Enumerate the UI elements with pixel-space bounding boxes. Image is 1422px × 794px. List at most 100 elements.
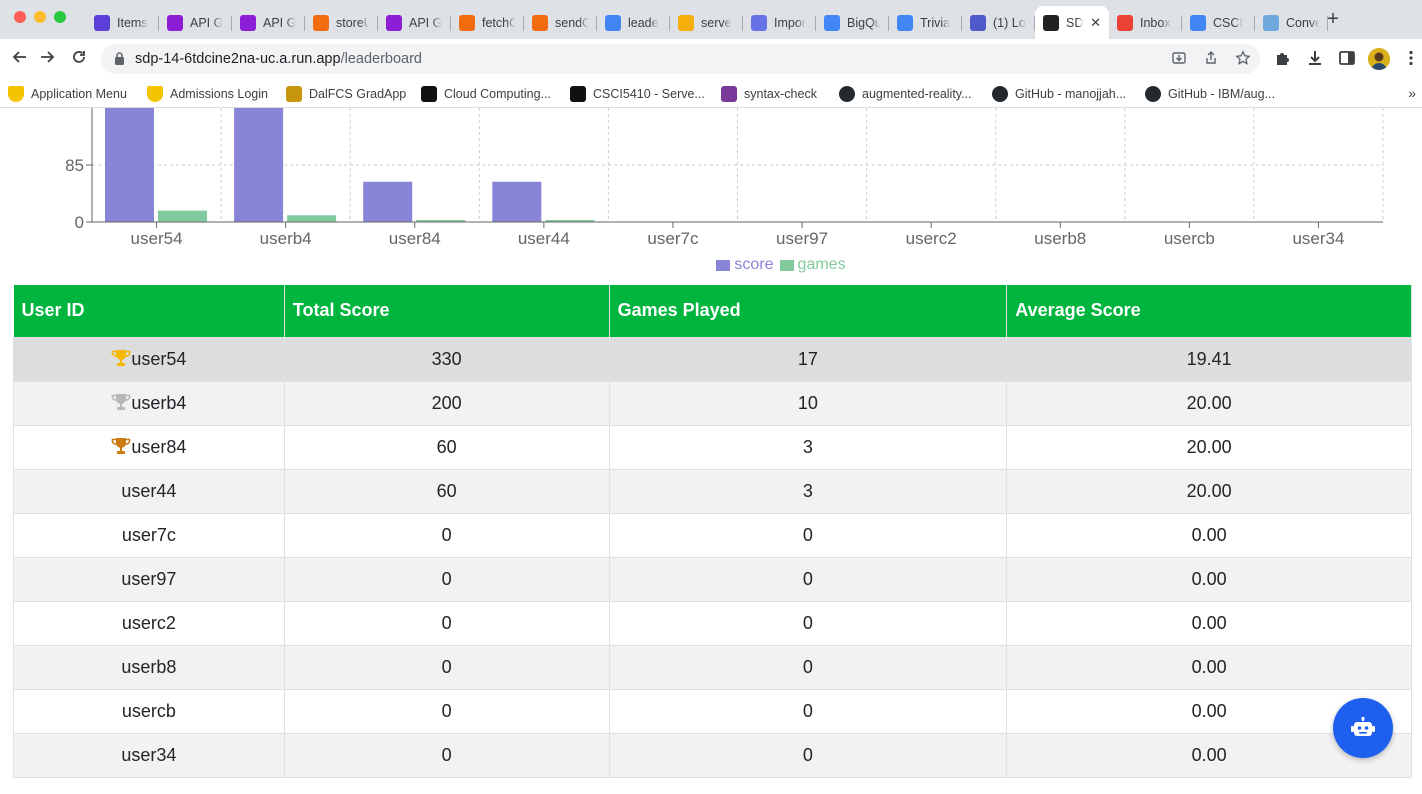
tab[interactable]: Trivia [889, 8, 962, 37]
silver-trophy-icon [111, 393, 131, 410]
chatbot-button[interactable] [1333, 698, 1393, 758]
legend-item-score[interactable]: score [716, 256, 774, 274]
bookmark-label: Admissions Login [170, 86, 268, 101]
header-average-score[interactable]: Average Score [1006, 285, 1412, 337]
tab[interactable]: Impor [743, 8, 816, 37]
bookmark-item[interactable]: GitHub - IBM/aug... [1145, 84, 1275, 103]
url-host: sdp-14-6tdcine2na-uc.a.run.app [135, 51, 341, 67]
maximize-window-button[interactable] [54, 11, 66, 23]
forward-button[interactable] [36, 48, 58, 70]
cell-total-score-value: 330 [431, 348, 462, 369]
url-text[interactable]: sdp-14-6tdcine2na-uc.a.run.app/leaderboa… [135, 51, 422, 67]
side-panel-icon[interactable] [1337, 49, 1357, 69]
bookmarks-overflow-chevron-icon[interactable]: » [1408, 85, 1416, 101]
lock-icon[interactable] [115, 52, 124, 65]
tab[interactable]: storeU [305, 8, 378, 37]
cell-total-score: 0 [283, 600, 610, 646]
install-app-icon[interactable] [1170, 50, 1188, 68]
cell-average-score-value: 0.00 [1191, 612, 1227, 633]
react-icon [1043, 14, 1059, 31]
cell-games-played: 0 [608, 688, 1008, 734]
bookmark-item[interactable]: CSCI5410 - Serve... [570, 84, 705, 103]
bookmark-label: DalFCS GradApp [309, 86, 407, 101]
tab[interactable]: (1) Lo [962, 8, 1035, 37]
arrow-left-icon [12, 51, 26, 63]
tab-label: API G [263, 15, 297, 30]
tab[interactable]: leade [597, 8, 670, 37]
tab[interactable]: API G [159, 8, 232, 37]
bookmark-label: GitHub - manojjah... [1015, 86, 1127, 101]
cell-user-id: user54 [13, 336, 285, 382]
table-row[interactable]: userb4 200 10 20.00 [13, 380, 1412, 426]
header-user-id[interactable]: User ID [13, 285, 285, 337]
table-row[interactable]: user84 60 3 20.00 [13, 424, 1412, 470]
reload-icon [73, 51, 85, 63]
tab[interactable]: sendG [524, 8, 597, 37]
tab[interactable]: API G [378, 8, 451, 37]
cell-user-id-value: userb8 [121, 656, 177, 677]
cell-games-played-value: 17 [797, 348, 818, 369]
bookmark-item[interactable]: augmented-reality... [839, 84, 972, 103]
profile-avatar[interactable] [1368, 48, 1390, 70]
tab-active[interactable]: SD ✕ [1035, 6, 1109, 39]
tab[interactable]: Inbox [1109, 8, 1182, 37]
bookmark-item[interactable]: Application Menu [8, 84, 127, 103]
bookmark-item[interactable]: DalFCS GradApp [286, 84, 406, 103]
tab-label: Impor [774, 15, 806, 30]
extensions-puzzle-icon[interactable] [1273, 49, 1293, 69]
cell-average-score-value: 0.00 [1191, 744, 1227, 765]
lambda-icon [532, 14, 548, 31]
table-row[interactable]: user97 0 0 0.00 [13, 556, 1412, 602]
header-total-score[interactable]: Total Score [284, 285, 610, 337]
cell-games-played-value: 0 [802, 524, 813, 545]
tab[interactable]: Conve [1255, 8, 1328, 37]
browser-toolbar: sdp-14-6tdcine2na-uc.a.run.app/leaderboa… [0, 39, 1422, 79]
x-tick-label: userb4 [260, 229, 312, 248]
close-window-button[interactable] [14, 11, 26, 23]
table-row[interactable]: user54 330 17 19.41 [13, 336, 1412, 382]
bar-games [287, 215, 337, 222]
cell-total-score: 0 [283, 732, 610, 778]
bookmark-item[interactable]: Admissions Login [147, 84, 268, 103]
cell-total-score: 0 [283, 644, 610, 690]
table-row[interactable]: user44 60 3 20.00 [13, 468, 1412, 514]
bookmark-star-icon[interactable] [1234, 50, 1252, 68]
cell-average-score: 20.00 [1006, 380, 1412, 426]
table-row[interactable]: user34 0 0 0.00 [13, 732, 1412, 778]
downloads-icon[interactable] [1305, 49, 1325, 69]
bookmark-item[interactable]: Cloud Computing... [421, 84, 551, 103]
bookmark-item[interactable]: GitHub - manojjah... [992, 84, 1126, 103]
cell-average-score: 0.00 [1006, 644, 1412, 690]
tab[interactable]: CSCI [1182, 8, 1255, 37]
tab[interactable]: BigQu [816, 8, 889, 37]
tab[interactable]: API G [232, 8, 305, 37]
address-bar[interactable]: sdp-14-6tdcine2na-uc.a.run.app/leaderboa… [101, 44, 1260, 74]
reload-button[interactable] [68, 48, 90, 70]
tab-strip: Items API G API G storeU API G fetchG sendG lea… [86, 6, 1328, 39]
table-row[interactable]: usercb 0 0 0.00 [13, 688, 1412, 734]
tab[interactable]: Items [86, 8, 159, 37]
bookmark-item[interactable]: syntax-check [721, 84, 817, 103]
table-row[interactable]: userb8 0 0 0.00 [13, 644, 1412, 690]
cell-total-score: 0 [283, 512, 610, 558]
cell-total-score: 60 [283, 424, 610, 470]
back-button[interactable] [9, 48, 31, 70]
tab-label: Inbox [1140, 15, 1171, 30]
tab[interactable]: fetchG [451, 8, 524, 37]
tab[interactable]: serve [670, 8, 743, 37]
minimize-window-button[interactable] [34, 11, 46, 23]
tab-label: SD [1066, 15, 1084, 30]
chrome-menu-icon[interactable] [1401, 49, 1421, 69]
close-tab-icon[interactable]: ✕ [1090, 15, 1101, 31]
share-icon[interactable] [1202, 50, 1220, 68]
cell-total-score-value: 60 [436, 436, 457, 457]
bookmark-label: augmented-reality... [862, 86, 972, 101]
legend-item-games[interactable]: games [779, 256, 846, 274]
table-row[interactable]: user7c 0 0 0.00 [13, 512, 1412, 558]
new-tab-button[interactable]: + [1322, 8, 1344, 30]
header-games-played[interactable]: Games Played [609, 285, 1008, 337]
table-row[interactable]: userc2 0 0 0.00 [13, 600, 1412, 646]
cell-total-score: 0 [283, 688, 610, 734]
cell-games-played-value: 0 [802, 656, 813, 677]
api-gateway-icon [240, 14, 256, 31]
